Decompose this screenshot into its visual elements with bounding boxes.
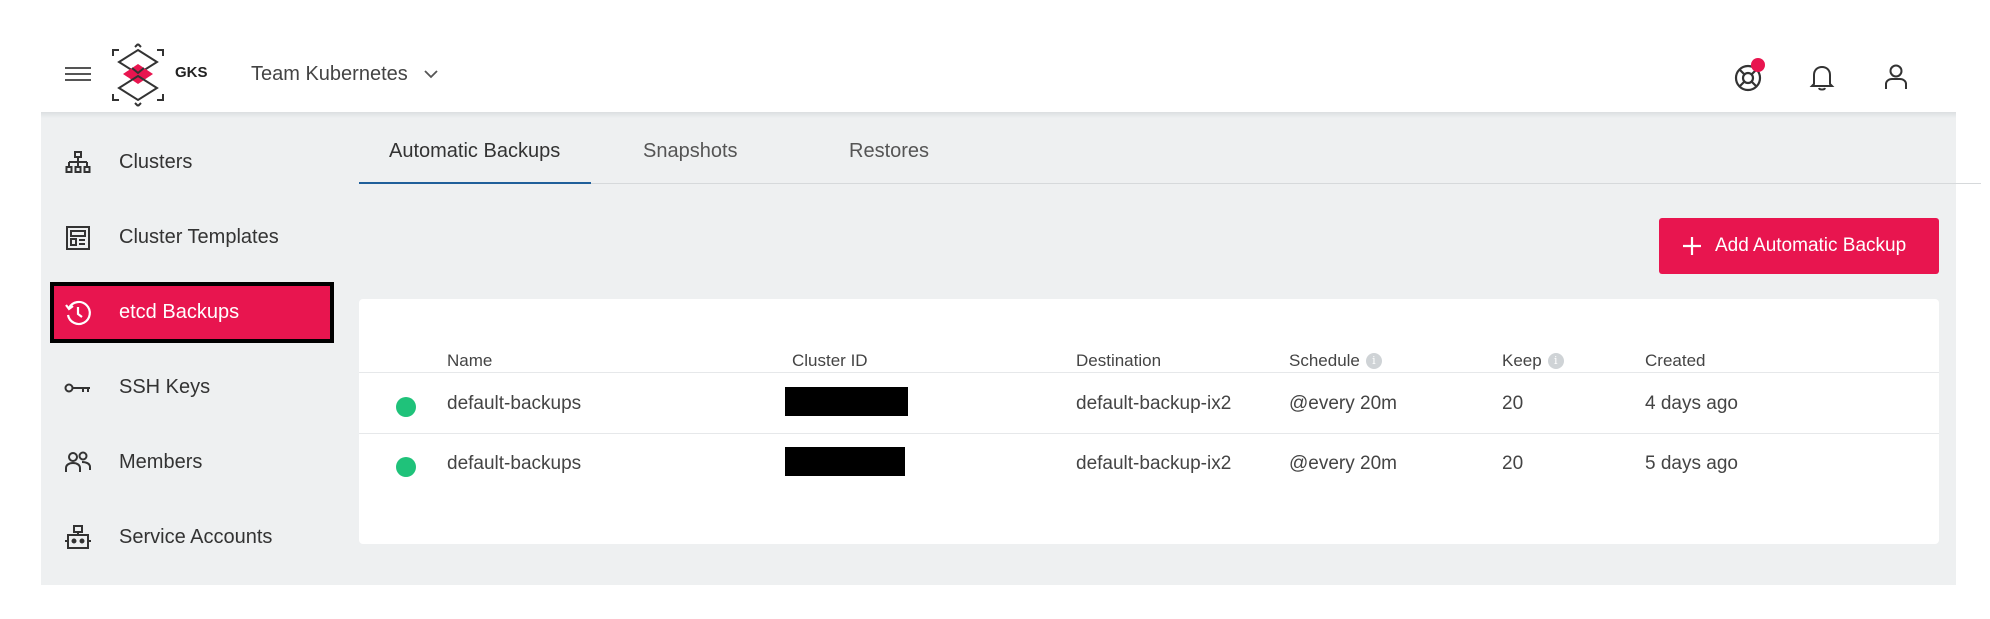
tab-snapshots[interactable]: Snapshots (643, 140, 738, 184)
backup-created: 5 days ago (1645, 453, 1738, 474)
redacted-cluster-id (785, 447, 905, 476)
backup-destination: default-backup-ix2 (1076, 453, 1232, 474)
top-bar: GKS Team Kubernetes (41, 38, 1956, 112)
sidebar-item-label: Cluster Templates (119, 226, 279, 248)
members-icon (63, 448, 93, 478)
backup-tabs: Automatic Backups Snapshots Restores (359, 140, 1981, 184)
backup-keep: 20 (1502, 393, 1524, 414)
table-row[interactable]: default-backups default-backup-ix2 @ever… (359, 374, 1939, 434)
backup-destination: default-backup-ix2 (1076, 393, 1232, 414)
status-healthy-icon (396, 397, 416, 417)
column-header-cluster-id[interactable]: Cluster ID (792, 351, 868, 371)
robot-icon (63, 523, 93, 553)
sidebar-item-cluster-templates[interactable]: Cluster Templates (41, 207, 341, 268)
sidebar-item-label: etcd Backups (119, 301, 240, 323)
tab-restores[interactable]: Restores (849, 140, 929, 184)
sitemap-icon (63, 148, 93, 178)
sidebar-item-clusters[interactable]: Clusters (41, 132, 341, 193)
help-icon[interactable] (1728, 57, 1768, 97)
redacted-cluster-id (785, 387, 908, 416)
status-healthy-icon (396, 457, 416, 477)
gks-logo-icon[interactable] (105, 42, 171, 108)
top-actions (1728, 57, 1916, 97)
column-header-keep[interactable]: Keep i (1502, 351, 1564, 371)
backup-name: default-backups (447, 453, 582, 474)
team-name: Team Kubernetes (251, 62, 408, 85)
logo-text: GKS (175, 64, 208, 81)
main-area: Clusters Cluster Templates etcd Backups … (41, 112, 1981, 585)
add-automatic-backup-button[interactable]: Add Automatic Backup (1659, 218, 1939, 274)
sidebar-item-etcd-backups[interactable]: etcd Backups (50, 282, 334, 343)
column-header-name[interactable]: Name (447, 351, 492, 371)
column-header-schedule[interactable]: Schedule i (1289, 351, 1382, 371)
sidebar-item-ssh-keys[interactable]: SSH Keys (41, 357, 341, 418)
chevron-down-icon (424, 70, 438, 79)
plus-icon (1683, 237, 1701, 255)
add-automatic-backup-label: Add Automatic Backup (1715, 235, 1907, 256)
template-icon (63, 223, 93, 253)
sidebar: Clusters Cluster Templates etcd Backups … (41, 132, 341, 582)
sidebar-item-label: Clusters (119, 151, 193, 173)
table-header: Name Cluster ID Destination Schedule i K… (359, 339, 1939, 373)
sidebar-item-label: Members (119, 451, 203, 473)
backup-schedule: @every 20m (1289, 393, 1397, 414)
column-header-destination[interactable]: Destination (1076, 351, 1161, 371)
backup-keep: 20 (1502, 453, 1524, 474)
user-account-icon[interactable] (1876, 57, 1916, 97)
bell-icon[interactable] (1802, 57, 1842, 97)
backups-table: Name Cluster ID Destination Schedule i K… (359, 299, 1939, 544)
backup-name: default-backups (447, 393, 582, 414)
sidebar-item-service-accounts[interactable]: Service Accounts (41, 507, 341, 568)
hamburger-menu-icon[interactable] (65, 63, 91, 85)
backup-created: 4 days ago (1645, 393, 1738, 414)
tab-automatic-backups[interactable]: Automatic Backups (359, 140, 591, 184)
info-icon[interactable]: i (1547, 353, 1564, 369)
page: GKS Team Kubernetes Clusters Cluster Tem… (0, 0, 1990, 619)
table-row[interactable]: default-backups default-backup-ix2 @ever… (359, 434, 1939, 494)
key-icon (63, 373, 93, 403)
notification-dot (1751, 58, 1765, 72)
sidebar-item-members[interactable]: Members (41, 432, 341, 493)
backup-schedule: @every 20m (1289, 453, 1397, 474)
sidebar-item-label: Service Accounts (119, 526, 273, 548)
column-header-created[interactable]: Created (1645, 351, 1705, 371)
sidebar-item-label: SSH Keys (119, 376, 211, 398)
history-icon (63, 298, 93, 328)
info-icon[interactable]: i (1365, 353, 1382, 369)
team-selector[interactable]: Team Kubernetes (251, 60, 440, 88)
